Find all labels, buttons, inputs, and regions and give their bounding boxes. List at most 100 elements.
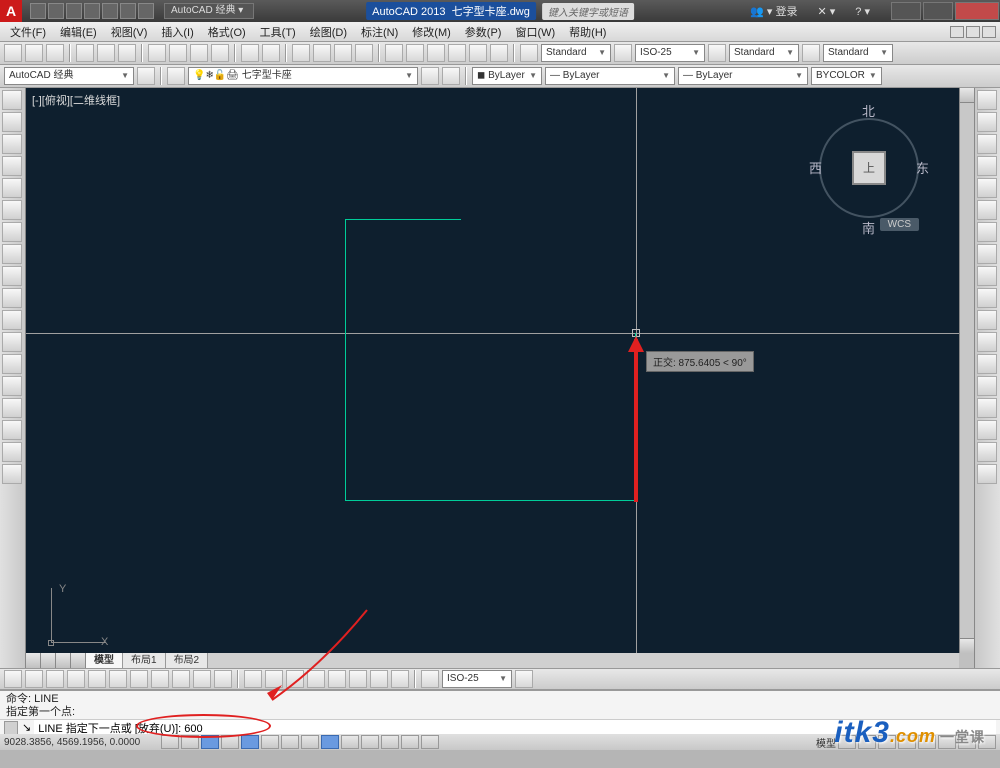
sc-toggle[interactable]	[401, 735, 419, 749]
dyn-toggle[interactable]	[321, 735, 339, 749]
signin-button[interactable]: 👥 ▾ 登录	[750, 3, 797, 19]
gradient-tool-icon[interactable]	[2, 398, 22, 418]
copy-icon[interactable]	[169, 44, 187, 62]
otrack-toggle[interactable]	[281, 735, 299, 749]
join-tool-icon[interactable]	[977, 376, 997, 396]
qat-saveas-icon[interactable]	[84, 3, 100, 19]
window-close-button[interactable]	[955, 2, 999, 20]
pan-icon[interactable]	[292, 44, 310, 62]
toolpalettes-icon[interactable]	[427, 44, 445, 62]
mdi-restore-button[interactable]	[966, 26, 980, 38]
lwt-toggle[interactable]	[341, 735, 359, 749]
center-mark-icon[interactable]	[307, 670, 325, 688]
textstyle-icon[interactable]	[520, 44, 538, 62]
zoom-window-icon[interactable]	[334, 44, 352, 62]
tab-model[interactable]: 模型	[86, 653, 123, 668]
qat-new-icon[interactable]	[30, 3, 46, 19]
viewcube-south[interactable]: 南	[862, 218, 875, 237]
paste-icon[interactable]	[190, 44, 208, 62]
tab-next-icon[interactable]	[56, 653, 71, 668]
save-icon[interactable]	[46, 44, 64, 62]
menu-help[interactable]: 帮助(H)	[563, 22, 612, 42]
zoom-previous-icon[interactable]	[355, 44, 373, 62]
move-tool-icon[interactable]	[977, 200, 997, 220]
viewport-label[interactable]: [-][俯视][二维线框]	[32, 92, 120, 108]
ellipse-arc-icon[interactable]	[2, 288, 22, 308]
quickcalc-icon[interactable]	[490, 44, 508, 62]
inspection-icon[interactable]	[328, 670, 346, 688]
sheetset-icon[interactable]	[448, 44, 466, 62]
open-icon[interactable]	[25, 44, 43, 62]
qat-open-icon[interactable]	[48, 3, 64, 19]
mtext-tool-icon[interactable]	[2, 464, 22, 484]
vertical-scrollbar[interactable]	[959, 88, 974, 653]
dim-quick-icon[interactable]	[172, 670, 190, 688]
markup-icon[interactable]	[469, 44, 487, 62]
dim-ordinate-icon[interactable]	[67, 670, 85, 688]
line-tool-icon[interactable]	[2, 90, 22, 110]
plotstyle-combo[interactable]: BYCOLOR▼	[811, 67, 882, 85]
viewcube-north[interactable]: 北	[862, 101, 875, 120]
dim-update-icon[interactable]	[421, 670, 439, 688]
redo-icon[interactable]	[262, 44, 280, 62]
dim-edit-icon[interactable]	[370, 670, 388, 688]
tablestyle-icon[interactable]	[708, 44, 726, 62]
circle-tool-icon[interactable]	[2, 200, 22, 220]
command-line-icon[interactable]	[4, 721, 18, 735]
polygon-tool-icon[interactable]	[2, 134, 22, 154]
help-search-input[interactable]: 键入关键字或短语	[542, 3, 634, 20]
mdi-minimize-button[interactable]	[950, 26, 964, 38]
layer-combo[interactable]: 💡❄🔓🖨 七字型卡座▼	[188, 67, 418, 85]
menu-file[interactable]: 文件(F)	[4, 22, 52, 42]
dim-continue-icon[interactable]	[214, 670, 232, 688]
mirror-tool-icon[interactable]	[977, 134, 997, 154]
fillet-tool-icon[interactable]	[977, 420, 997, 440]
mdi-close-button[interactable]	[982, 26, 996, 38]
break-tool-icon[interactable]	[977, 354, 997, 374]
tab-prev-icon[interactable]	[41, 653, 56, 668]
viewcube-top-face[interactable]: 上	[852, 151, 886, 185]
table-tool-icon[interactable]	[2, 442, 22, 462]
rotate-tool-icon[interactable]	[977, 222, 997, 242]
mleaderstyle-icon[interactable]	[802, 44, 820, 62]
tpy-toggle[interactable]	[361, 735, 379, 749]
dimstyle-combo[interactable]: ISO-25▼	[635, 44, 705, 62]
menu-draw[interactable]: 绘图(D)	[304, 22, 353, 42]
tablestyle-combo[interactable]: Standard▼	[729, 44, 799, 62]
dim-radius-icon[interactable]	[88, 670, 106, 688]
dim-linear-icon[interactable]	[4, 670, 22, 688]
ducs-toggle[interactable]	[301, 735, 319, 749]
menu-window[interactable]: 窗口(W)	[509, 22, 561, 42]
model-space-button[interactable]: 模型	[816, 735, 836, 750]
am-toggle[interactable]	[421, 735, 439, 749]
layer-previous-icon[interactable]	[442, 67, 460, 85]
menu-view[interactable]: 视图(V)	[105, 22, 154, 42]
layer-states-icon[interactable]	[421, 67, 439, 85]
viewcube-east[interactable]: 东	[916, 158, 929, 177]
osnap-toggle[interactable]	[241, 735, 259, 749]
new-icon[interactable]	[4, 44, 22, 62]
point-tool-icon[interactable]	[2, 354, 22, 374]
menu-tools[interactable]: 工具(T)	[254, 22, 302, 42]
explode-tool-icon[interactable]	[977, 464, 997, 484]
extend-tool-icon[interactable]	[977, 310, 997, 330]
menu-format[interactable]: 格式(O)	[202, 22, 252, 42]
app-logo-icon[interactable]: A	[0, 0, 22, 22]
window-maximize-button[interactable]	[923, 2, 953, 20]
help-icon[interactable]: ? ▾	[855, 5, 870, 18]
plot-icon[interactable]	[76, 44, 94, 62]
polyline-tool-icon[interactable]	[2, 112, 22, 132]
array-tool-icon[interactable]	[977, 178, 997, 198]
tolerance-icon[interactable]	[286, 670, 304, 688]
tab-layout2[interactable]: 布局2	[166, 653, 209, 668]
drawing-canvas[interactable]: [-][俯视][二维线框] 正交: 875.6405 < 90° 上 北 南 东…	[26, 88, 974, 668]
linetype-combo[interactable]: — ByLayer▼	[678, 67, 808, 85]
menu-insert[interactable]: 插入(I)	[155, 22, 199, 42]
dim-jogged-icon[interactable]	[109, 670, 127, 688]
qp-toggle[interactable]	[381, 735, 399, 749]
tab-layout1[interactable]: 布局1	[123, 653, 166, 668]
ellipse-tool-icon[interactable]	[2, 266, 22, 286]
chamfer-tool-icon[interactable]	[977, 398, 997, 418]
dim-angular-icon[interactable]	[151, 670, 169, 688]
preview-icon[interactable]	[97, 44, 115, 62]
